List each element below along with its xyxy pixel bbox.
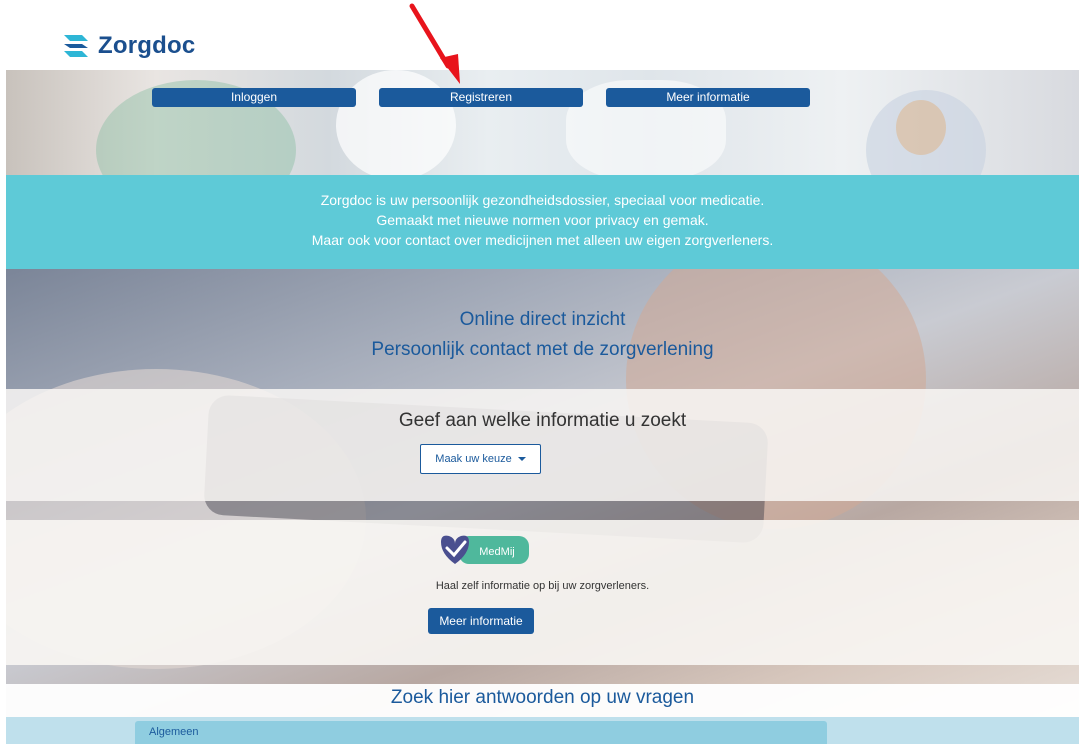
tagline-line-2: Persoonlijk contact met de zorgverlening <box>371 339 714 360</box>
choice-dropdown-label: Maak uw keuze <box>435 453 512 465</box>
information-choice-panel: Geef aan welke informatie u zoekt Maak u… <box>6 389 1079 501</box>
intro-banner: Zorgdoc is uw persoonlijk gezondheidsdos… <box>6 175 1079 269</box>
choice-dropdown-button[interactable]: Maak uw keuze <box>420 444 541 474</box>
medmij-logo-text: MedMij <box>479 546 514 558</box>
medmij-description: Haal zelf informatie op bij uw zorgverle… <box>435 580 650 592</box>
more-info-button[interactable]: Meer informatie <box>428 608 534 634</box>
brand-name: Zorgdoc <box>98 32 196 59</box>
tagline: Online direct inzicht Persoonlijk contac… <box>6 305 1079 365</box>
medmij-logo: MedMij <box>441 535 529 564</box>
more-info-nav-button[interactable]: Meer informatie <box>606 88 810 107</box>
faq-item-algemeen[interactable]: Algemeen <box>135 721 827 744</box>
hero-photo <box>6 70 1079 175</box>
register-button[interactable]: Registreren <box>379 88 583 107</box>
banner-line-1: Zorgdoc is uw persoonlijk gezondheidsdos… <box>320 192 765 208</box>
red-arrow-icon <box>409 3 460 84</box>
banner-line-3: Maar ook voor contact over medicijnen me… <box>311 232 774 248</box>
tagline-line-1: Online direct inzicht <box>459 309 626 330</box>
zorgdoc-logo[interactable]: Zorgdoc <box>62 32 195 60</box>
faq-header: Zoek hier antwoorden op uw vragen <box>6 684 1079 717</box>
faq-area: Algemeen <box>6 717 1079 744</box>
banner-line-2: Gemaakt met nieuwe normen voor privacy e… <box>376 212 709 228</box>
choice-title: Geef aan welke informatie u zoekt <box>398 410 687 431</box>
medmij-panel: MedMij Haal zelf informatie op bij uw zo… <box>6 520 1079 665</box>
page-header: Zorgdoc <box>0 0 1079 70</box>
zorgdoc-logo-icon <box>64 35 88 57</box>
login-button[interactable]: Inloggen <box>152 88 356 107</box>
caret-down-icon <box>517 457 526 462</box>
faq-title: Zoek hier antwoorden op uw vragen <box>390 687 695 708</box>
